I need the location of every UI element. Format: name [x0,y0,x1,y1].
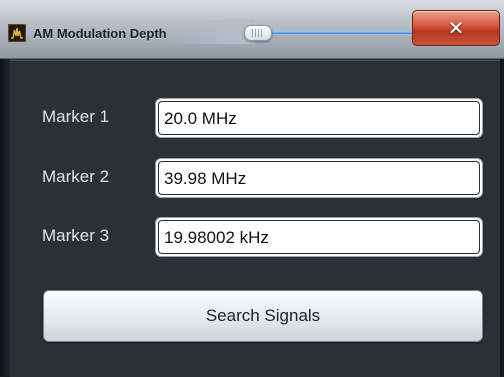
marker-3-value[interactable]: 19.98002 kHz [158,220,480,254]
marker-2-field[interactable]: 39.98 MHz [155,158,483,198]
dialog-content: Marker 1 20.0 MHz Marker 2 39.98 MHz Mar… [10,60,500,377]
window-title: AM Modulation Depth [33,25,167,41]
title-group: AM Modulation Depth [8,18,167,48]
title-fade [165,20,255,44]
marker-1-row: Marker 1 20.0 MHz [42,98,502,138]
marker-3-label: Marker 3 [42,226,110,245]
marker-1-field[interactable]: 20.0 MHz [155,98,483,138]
marker-1-value[interactable]: 20.0 MHz [158,101,480,135]
transparency-slider-track[interactable] [258,31,418,34]
title-bar[interactable]: AM Modulation Depth ✕ [0,0,504,59]
marker-2-label: Marker 2 [42,167,110,186]
marker-2-row: Marker 2 39.98 MHz [42,158,502,198]
close-button[interactable]: ✕ [412,10,500,46]
marker-2-value[interactable]: 39.98 MHz [158,161,480,195]
marker-3-row: Marker 3 19.98002 kHz [42,217,502,257]
marker-3-field[interactable]: 19.98002 kHz [155,217,483,257]
close-icon: ✕ [447,16,465,40]
transparency-slider-thumb[interactable] [244,25,272,41]
search-signals-button[interactable]: Search Signals [43,290,483,342]
spectrum-icon [8,24,26,42]
dialog-window: AM Modulation Depth ✕ Marker 1 20.0 MHz … [0,0,504,377]
marker-1-label: Marker 1 [42,107,110,126]
